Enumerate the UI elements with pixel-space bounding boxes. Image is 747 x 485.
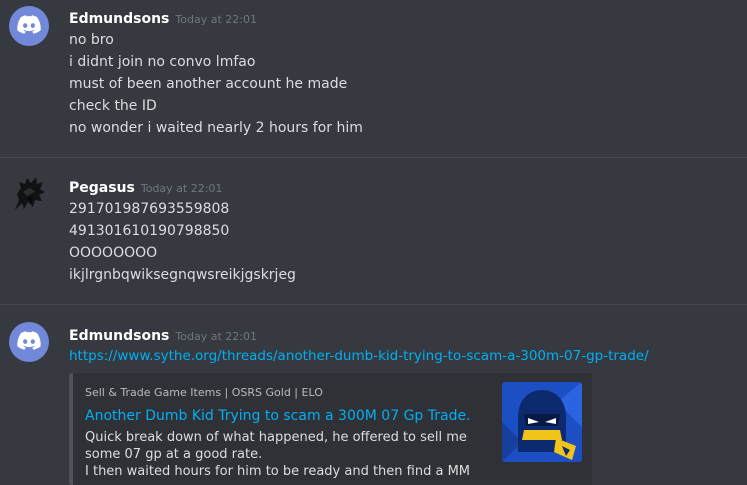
avatar-edmundsons[interactable] [9, 322, 49, 362]
message-line: OOOOOOOO [69, 245, 158, 261]
username[interactable]: Edmundsons [69, 11, 169, 27]
embed-provider[interactable]: Sell & Trade Game Items | OSRS Gold | EL… [85, 386, 323, 399]
message-line: ikjlrgnbqwiksegnqwsreikjgskrjeg [69, 267, 296, 283]
embed-thumbnail[interactable] [502, 382, 582, 462]
timestamp: Today at 22:01 [175, 330, 257, 343]
message-line: 491301610190798850 [69, 223, 230, 239]
message-divider [0, 304, 747, 305]
pegasus-head-icon [15, 177, 45, 210]
discord-logo-icon [17, 15, 41, 34]
message-line: check the ID [69, 98, 157, 114]
embed-title-link[interactable]: Another Dumb Kid Trying to scam a 300M 0… [85, 408, 471, 424]
embed-description: Quick break down of what happened, he of… [85, 430, 471, 479]
message-line: no wonder i waited nearly 2 hours for hi… [69, 120, 363, 136]
message-line: must of been another account he made [69, 76, 348, 92]
message-header: Edmundsons Today at 22:01 [69, 8, 257, 27]
message-line-link: https://www.sythe.org/threads/another-du… [69, 348, 649, 364]
ninja-thumbnail-icon [502, 382, 582, 462]
link-embed: Sell & Trade Game Items | OSRS Gold | EL… [69, 373, 592, 485]
discord-logo-icon [17, 331, 41, 350]
username[interactable]: Pegasus [69, 180, 135, 196]
timestamp: Today at 22:01 [140, 182, 223, 195]
avatar-edmundsons[interactable] [9, 6, 49, 46]
message-line: no bro [69, 32, 114, 48]
username[interactable]: Edmundsons [69, 328, 169, 344]
message-line: i didnt join no convo lmfao [69, 54, 256, 70]
message-line: 291701987693559808 [69, 201, 230, 217]
thread-link[interactable]: https://www.sythe.org/threads/another-du… [69, 348, 649, 364]
avatar-pegasus[interactable] [9, 174, 49, 214]
message-header: Edmundsons Today at 22:01 [69, 325, 257, 344]
message-divider [0, 157, 747, 158]
message-header: Pegasus Today at 22:01 [69, 177, 222, 196]
timestamp: Today at 22:01 [175, 13, 257, 26]
